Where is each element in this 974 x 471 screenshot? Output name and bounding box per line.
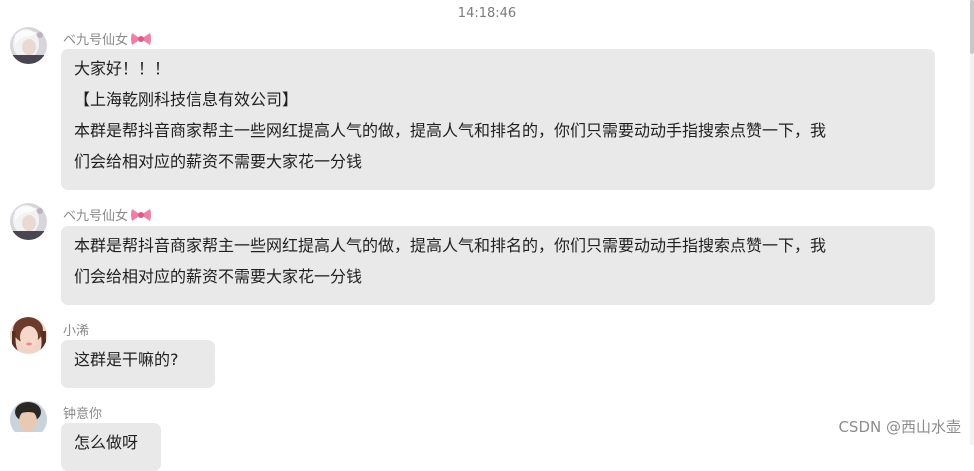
message-bubble[interactable]: 怎么做呀 (61, 423, 161, 471)
message-bubble[interactable]: 本群是帮抖音商家帮主一些网红提高人气的做，提高人气和排名的，你们只需要动动手指搜… (61, 226, 935, 305)
sender-avatar[interactable] (10, 203, 47, 240)
message-line: 这群是干嘛的? (74, 350, 179, 369)
bow-icon (130, 31, 152, 51)
watermark: CSDN @西山水壶 (838, 418, 961, 436)
message-bubble[interactable]: 这群是干嘛的? (61, 340, 215, 388)
avatar-girl-white-hair-icon (10, 203, 47, 240)
sender-name: 小浠 (63, 324, 90, 339)
sender-avatar[interactable] (10, 27, 47, 64)
sender-name: ベ九号仙女 (63, 205, 152, 227)
message-line: 们会给相对应的薪资不需要大家花一分钱 (74, 152, 363, 171)
message-line: 大家好！！！ (74, 59, 171, 78)
avatar-girl-portrait-icon (10, 317, 47, 354)
scrollbar[interactable] (970, 0, 974, 445)
message-timestamp: 14:18:46 (457, 6, 517, 21)
message-bubble[interactable]: 大家好！！！ 【上海乾刚科技信息有效公司】 本群是帮抖音商家帮主一些网红提高人气… (61, 49, 935, 190)
sender-avatar[interactable] (10, 401, 47, 438)
scrollbar-thumb[interactable] (970, 0, 974, 54)
sender-name: ベ九号仙女 (63, 29, 152, 51)
sender-name: 钟意你 (63, 407, 103, 422)
message-line: 怎么做呀 (74, 433, 139, 452)
message-line: 【上海乾刚科技信息有效公司】 (74, 90, 299, 109)
message-line: 本群是帮抖音商家帮主一些网红提高人气的做，提高人气和排名的，你们只需要动动手指搜… (74, 121, 827, 140)
message-line: 们会给相对应的薪资不需要大家花一分钱 (74, 267, 363, 286)
message-line: 本群是帮抖音商家帮主一些网红提高人气的做，提高人气和排名的，你们只需要动动手指搜… (74, 236, 827, 255)
avatar-girl-white-hair-icon (10, 27, 47, 64)
avatar-boy-portrait-icon (10, 401, 47, 438)
sender-avatar[interactable] (10, 317, 47, 354)
bow-icon (130, 207, 152, 227)
